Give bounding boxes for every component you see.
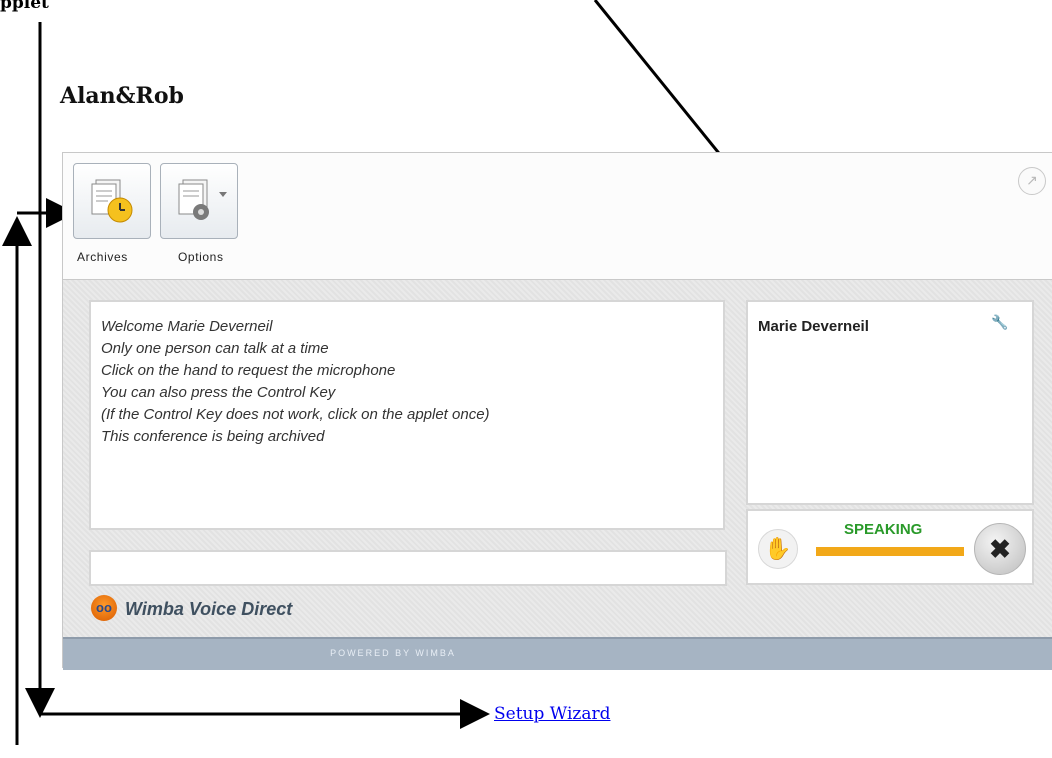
participant-name[interactable]: Marie Deverneil — [758, 318, 869, 335]
powered-by-text: POWERED BY WIMBA — [330, 648, 456, 658]
options-label: Options — [178, 250, 224, 264]
popout-arrow-icon[interactable]: ↗ — [1018, 167, 1046, 195]
archive-clock-icon — [91, 179, 133, 223]
chat-line: This conference is being archived — [101, 428, 325, 445]
audio-level-fill — [816, 547, 964, 556]
voice-applet: Archives Options ↗ Welcome Marie Deverne… — [62, 152, 1052, 670]
setup-wizard-link[interactable]: Setup Wizard — [494, 704, 611, 724]
chat-line: Only one person can talk at a time — [101, 340, 329, 357]
chat-line: (If the Control Key does not work, click… — [101, 406, 490, 423]
page-title: Alan&Rob — [60, 83, 184, 109]
archives-label: Archives — [77, 250, 128, 264]
key-icon: 🔧 — [991, 314, 1009, 330]
chat-input[interactable] — [89, 550, 727, 586]
voice-controls: ✋ SPEAKING ✖ — [746, 509, 1034, 585]
footer-bar: POWERED BY WIMBA — [63, 637, 1052, 670]
audio-level-bar — [816, 547, 964, 556]
settings-doc-icon — [178, 179, 227, 220]
conference-area: Welcome Marie Deverneil Only one person … — [63, 280, 1052, 637]
speaking-status: SPEAKING — [844, 521, 923, 538]
raise-hand-icon[interactable]: ✋ — [758, 529, 798, 569]
close-icon[interactable]: ✖ — [974, 523, 1026, 575]
chat-line: You can also press the Control Key — [101, 384, 336, 401]
chat-messages: Welcome Marie Deverneil Only one person … — [89, 300, 725, 530]
options-button[interactable] — [160, 163, 238, 239]
brand-name: Wimba Voice Direct — [125, 599, 293, 619]
participant-list: Marie Deverneil 🔧 — [746, 300, 1034, 505]
chat-line: Click on the hand to request the microph… — [101, 362, 396, 379]
toolbar: Archives Options ↗ — [63, 153, 1052, 280]
wimba-logo-icon: oo — [91, 595, 117, 621]
chat-line: Welcome Marie Deverneil — [101, 318, 273, 335]
archives-button[interactable] — [73, 163, 151, 239]
